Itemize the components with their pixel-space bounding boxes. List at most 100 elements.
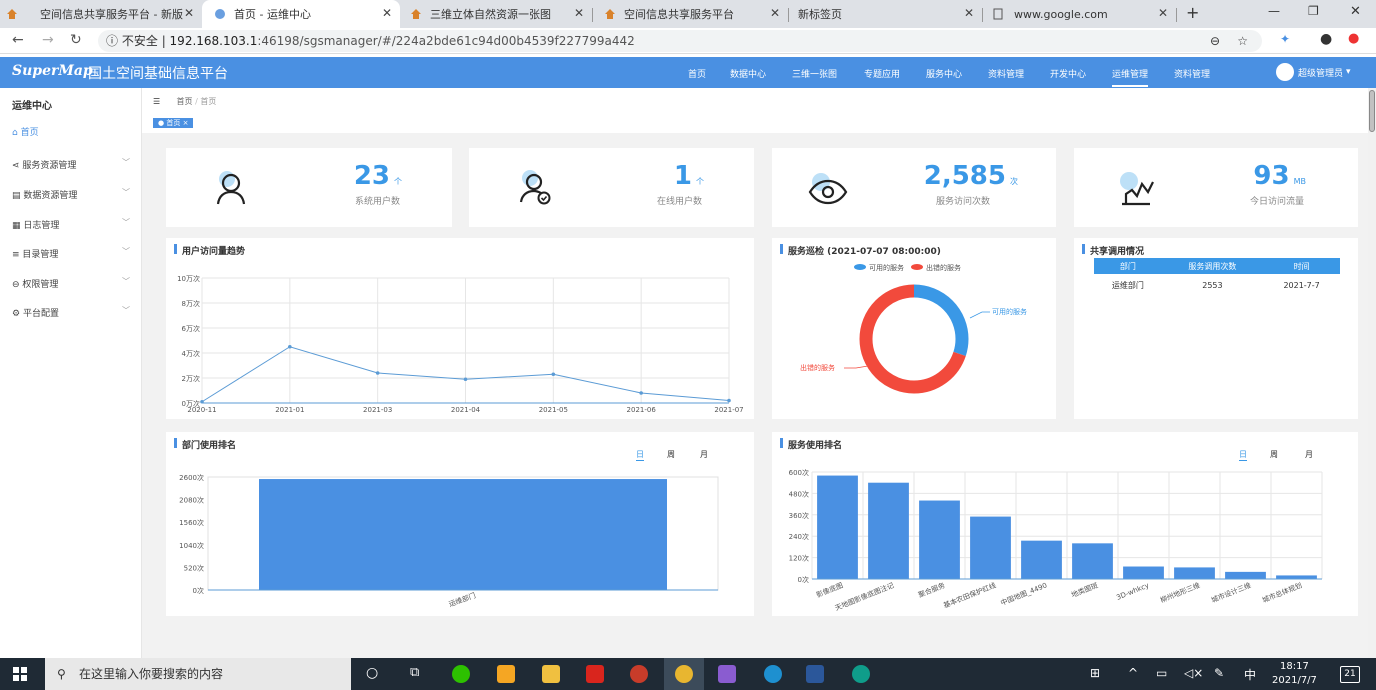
tab-favicon-icon: [7, 9, 17, 19]
nav-materials-2[interactable]: 资料管理: [1174, 67, 1210, 80]
file-explorer-icon[interactable]: [542, 665, 560, 683]
browser-tab[interactable]: 空间信息共享服务平台 ✕: [596, 0, 788, 28]
visits-line-chart: 0万次2万次4万次6万次8万次10万次2020-11 2021-01 2021-03…: [177, 274, 744, 414]
page-scrollbar[interactable]: [1368, 88, 1376, 658]
y-tick-label: 2600次: [179, 473, 204, 482]
x-tick-label: 基本农田保护红线: [942, 581, 997, 610]
close-window-icon[interactable]: ✕: [1350, 4, 1361, 19]
nav-home[interactable]: 首页: [688, 67, 706, 80]
close-icon[interactable]: ✕: [574, 6, 584, 20]
data-point: [200, 399, 204, 404]
stat-unit: MB: [1293, 177, 1306, 186]
user-menu[interactable]: 超级管理员 ▾: [1276, 63, 1351, 81]
ime-grid-icon[interactable]: ⊞: [1090, 666, 1100, 680]
reload-icon[interactable]: ↻: [70, 32, 82, 48]
x-tick-label: 城市设计三维: [1210, 581, 1252, 605]
close-icon[interactable]: ✕: [184, 6, 194, 20]
browser-tab[interactable]: www.google.com ✕: [984, 0, 1176, 28]
photos-icon[interactable]: [718, 665, 736, 683]
back-icon[interactable]: ←: [12, 32, 24, 48]
close-icon[interactable]: ×: [183, 119, 189, 127]
notification-center-icon[interactable]: 21: [1340, 666, 1360, 683]
ie-icon[interactable]: [764, 665, 782, 683]
sidebar-item-catalog[interactable]: ≡ 目录管理 ﹀: [12, 247, 130, 260]
stat-card-system-users: 23 个 系统用户数: [166, 148, 452, 227]
user-name: 超级管理员: [1298, 68, 1344, 79]
browser-tab[interactable]: 三维立体自然资源一张图 ✕: [400, 0, 592, 28]
opera-icon[interactable]: ●: [1348, 31, 1359, 46]
y-tick-label: 120次: [789, 554, 809, 563]
nav-thematic[interactable]: 专题应用: [864, 67, 900, 80]
nav-3d-map[interactable]: 三维一张图: [792, 67, 837, 80]
wps-icon[interactable]: [586, 665, 604, 683]
profile-icon[interactable]: ●: [1320, 31, 1332, 47]
bar: [1225, 571, 1266, 579]
sidebar-item-service-resources[interactable]: ⋖ 服务资源管理 ﹀: [12, 158, 130, 171]
app-orange-icon[interactable]: [497, 665, 515, 683]
restore-icon[interactable]: ❐: [1308, 4, 1319, 18]
tab-title: 空间信息共享服务平台: [624, 8, 734, 21]
bookmark-star-icon[interactable]: ☆: [1237, 30, 1248, 52]
browser-tab-active[interactable]: 首页 - 运维中心 ✕: [202, 0, 400, 28]
battery-icon[interactable]: ▭: [1156, 666, 1167, 680]
sidebar-item-logs[interactable]: ▦ 日志管理 ﹀: [12, 218, 130, 231]
bar: [817, 475, 858, 579]
minimize-icon[interactable]: —: [1268, 4, 1280, 18]
task-view-icon[interactable]: ⧉: [410, 665, 419, 680]
data-point: [551, 372, 556, 377]
browser-tab[interactable]: 新标签页 ✕: [790, 0, 982, 28]
nav-ops[interactable]: 运维管理: [1112, 67, 1149, 87]
breadcrumb-home[interactable]: 首页: [177, 97, 193, 106]
y-tick-label: 360次: [789, 511, 809, 520]
sidebar: 运维中心 ⌂ 首页 ⋖ 服务资源管理 ﹀ ▤ 数据资源管理 ﹀ ▦ 日志管理 ﹀ ≡ …: [0, 88, 142, 658]
sidebar-item-data-resources[interactable]: ▤ 数据资源管理 ﹀: [12, 188, 130, 201]
taskbar-search-input[interactable]: ⚲ 在这里输入你要搜索的内容: [45, 658, 351, 690]
stat-number: 2,585: [923, 161, 1006, 191]
mute-icon[interactable]: ◁×: [1184, 666, 1203, 680]
nav-service-center[interactable]: 服务中心: [926, 67, 962, 80]
close-icon[interactable]: ✕: [1158, 6, 1168, 20]
nav-materials[interactable]: 资料管理: [988, 67, 1024, 80]
zoom-icon[interactable]: ⊖: [1210, 30, 1220, 52]
powerpoint-icon[interactable]: [630, 665, 648, 683]
info-icon[interactable]: ⓘ: [106, 34, 118, 48]
nav-data-center[interactable]: 数据中心: [730, 67, 766, 80]
forward-icon[interactable]: →: [42, 32, 54, 48]
url-field[interactable]: ⓘ 不安全 | 192.168.103.1:46198/sgsmanager/#…: [98, 30, 1262, 52]
close-icon[interactable]: ✕: [770, 6, 780, 20]
scrollbar-thumb[interactable]: [1369, 90, 1375, 132]
close-icon[interactable]: ✕: [964, 6, 974, 20]
chevron-down-icon: ﹀: [122, 158, 130, 167]
nav-dev-center[interactable]: 开发中心: [1050, 67, 1086, 80]
sidebar-item-permissions[interactable]: ⊖ 权限管理 ﹀: [12, 277, 130, 290]
sidebar-item-home[interactable]: ⌂ 首页: [12, 125, 39, 138]
browser-tab[interactable]: 空间信息共享服务平台 - 新版 ✕: [6, 0, 202, 28]
y-tick-label: 0次: [798, 575, 809, 584]
page-tab-home[interactable]: ● 首页 ×: [153, 118, 194, 128]
extension-icon[interactable]: ✦: [1280, 32, 1290, 46]
taskbar-clock[interactable]: 18:17 2021/7/7: [1272, 660, 1317, 688]
supermap-logo: SuperMap: [12, 63, 93, 79]
chevron-down-icon: ﹀: [122, 277, 130, 286]
page-icon: [993, 8, 1003, 20]
sidebar-item-platform-config[interactable]: ⚙ 平台配置 ﹀: [12, 306, 130, 319]
notification-count: 21: [1344, 669, 1356, 679]
app-header: SuperMap 国土空间基础信息平台 首页 数据中心 三维一张图 专题应用 服…: [0, 57, 1376, 88]
y-tick-label: 480次: [789, 489, 809, 498]
legend-swatch: [854, 264, 866, 270]
windows-start-icon[interactable]: [13, 667, 27, 681]
ime-indicator[interactable]: 中: [1244, 666, 1256, 683]
chrome-taskbar-item[interactable]: [664, 658, 704, 690]
new-tab-button[interactable]: +: [1186, 3, 1199, 22]
cortana-icon[interactable]: ○: [366, 665, 378, 681]
close-icon[interactable]: ✕: [382, 6, 392, 20]
tray-up-icon[interactable]: ^: [1128, 666, 1138, 680]
stat-label: 服务访问次数: [935, 197, 990, 207]
edge-icon[interactable]: [852, 665, 870, 683]
wechat-icon[interactable]: [452, 665, 470, 683]
slice-label: 可用的服务: [992, 307, 1027, 316]
avatar: [1276, 63, 1294, 81]
menu-toggle-icon[interactable]: ☰: [153, 97, 162, 106]
word-icon[interactable]: [806, 665, 824, 683]
pen-icon[interactable]: ✎: [1214, 666, 1224, 680]
